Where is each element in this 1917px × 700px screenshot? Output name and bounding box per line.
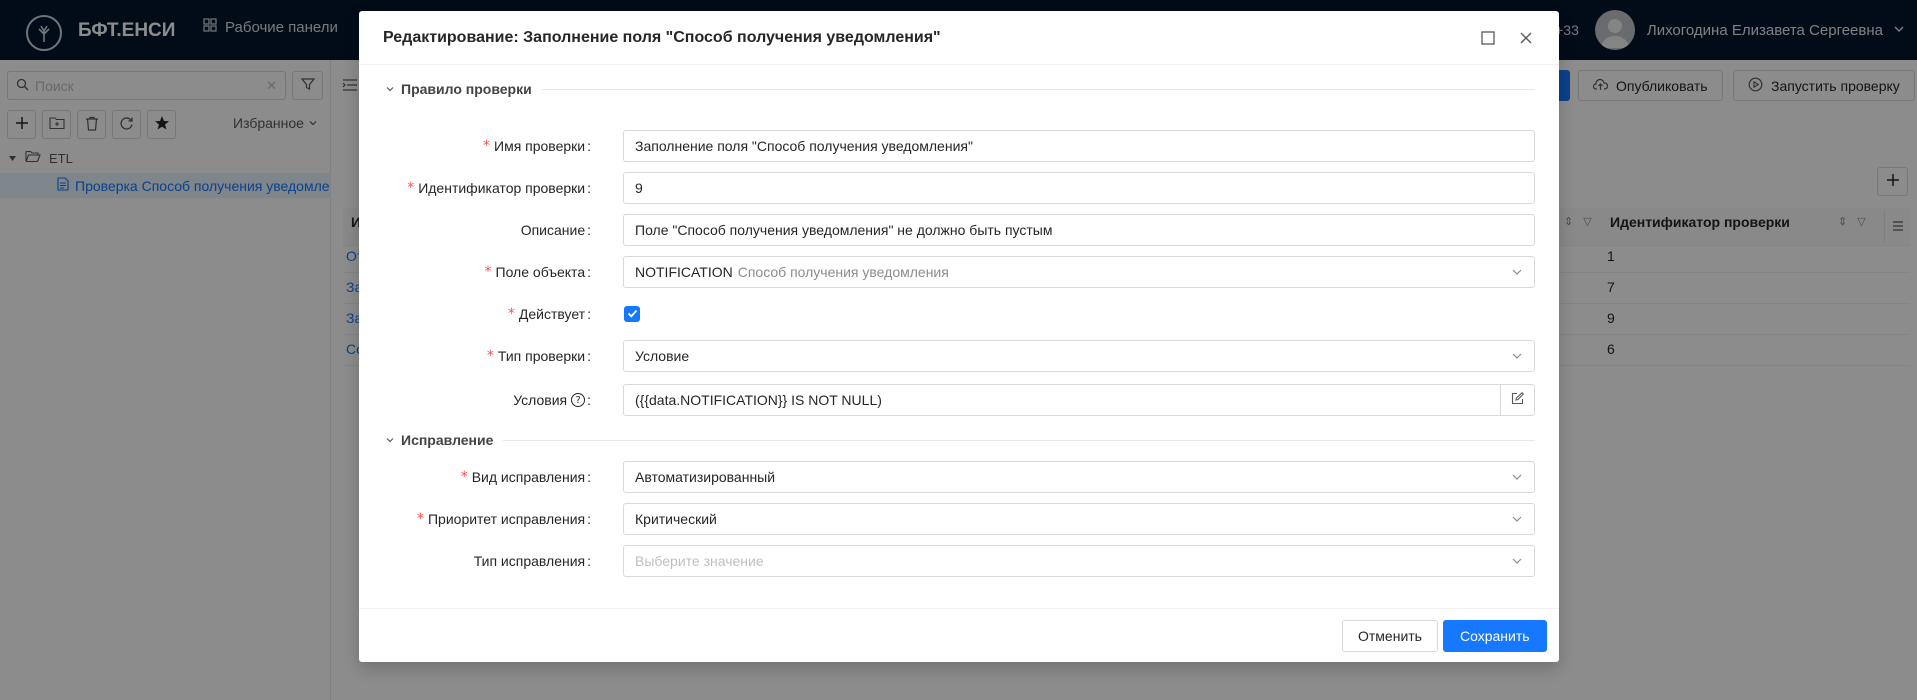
- chevron-down-icon: [1511, 471, 1523, 483]
- form-row-fix-priority: * Приоритет исправления: Критический: [359, 503, 1559, 535]
- active-checkbox[interactable]: [624, 306, 640, 322]
- form-label-check-name: * Имя проверки:: [483, 138, 591, 154]
- required-mark: *: [507, 306, 515, 322]
- section-fix-title: Исправление: [401, 432, 494, 448]
- help-icon[interactable]: ?: [571, 393, 586, 407]
- cancel-button[interactable]: Отменить: [1342, 620, 1438, 652]
- chevron-down-icon: [1511, 513, 1523, 525]
- chevron-down-icon: [1511, 555, 1523, 567]
- form-row-check-id: * Идентификатор проверки: 9: [359, 172, 1559, 204]
- form-label-object-field: * Поле объекта:: [484, 264, 591, 280]
- chevron-down-icon: [383, 433, 397, 447]
- form-label-description: Описание:: [520, 222, 591, 238]
- section-divider: [541, 88, 1535, 90]
- form-row-check-type: * Тип проверки: Условие: [359, 340, 1559, 372]
- fix-kind-select[interactable]: Автоматизированный: [623, 461, 1535, 493]
- chevron-down-icon: [383, 82, 397, 96]
- required-mark: *: [416, 511, 424, 527]
- edit-conditions-button[interactable]: [1500, 385, 1534, 415]
- section-rule-header[interactable]: Правило проверки: [383, 81, 1535, 97]
- form-label-conditions: Условия ?:: [513, 392, 591, 408]
- maximize-icon[interactable]: [1479, 29, 1497, 47]
- form-row-fix-type: Тип исправления: Выберите значение: [359, 545, 1559, 577]
- modal-header: Редактирование: Заполнение поля "Способ …: [359, 11, 1559, 65]
- section-divider: [503, 439, 1535, 441]
- check-type-select[interactable]: Условие: [623, 340, 1535, 372]
- form-label-check-id: * Идентификатор проверки:: [407, 180, 591, 196]
- modal-footer: Отменить Сохранить: [359, 608, 1559, 662]
- form-row-fix-kind: * Вид исправления: Автоматизированный: [359, 461, 1559, 493]
- form-label-fix-kind: * Вид исправления:: [460, 469, 591, 485]
- form-row-active: * Действует:: [359, 298, 1559, 330]
- close-icon[interactable]: [1517, 29, 1535, 47]
- required-mark: *: [486, 348, 494, 364]
- form-label-active: * Действует:: [507, 306, 591, 322]
- form-row-conditions: Условия ?: ({{data.NOTIFICATION}} IS NOT…: [359, 384, 1559, 416]
- edit-check-modal: Редактирование: Заполнение поля "Способ …: [359, 11, 1559, 662]
- fix-type-select[interactable]: Выберите значение: [623, 545, 1535, 577]
- save-button[interactable]: Сохранить: [1443, 620, 1547, 652]
- form-row-check-name: * Имя проверки: Заполнение поля "Способ …: [359, 130, 1559, 162]
- section-rule-title: Правило проверки: [401, 81, 532, 97]
- conditions-input[interactable]: ({{data.NOTIFICATION}} IS NOT NULL): [623, 384, 1535, 416]
- form-row-object-field: * Поле объекта: NOTIFICATION Способ полу…: [359, 256, 1559, 288]
- object-field-hint: Способ получения уведомления: [737, 264, 949, 280]
- description-input[interactable]: Поле "Способ получения уведомления" не д…: [623, 214, 1535, 246]
- section-fix-header[interactable]: Исправление: [383, 432, 1535, 448]
- required-mark: *: [407, 180, 415, 196]
- required-mark: *: [483, 138, 490, 154]
- required-mark: *: [484, 264, 492, 280]
- form-row-description: Описание: Поле "Способ получения уведомл…: [359, 214, 1559, 246]
- form-label-fix-type: Тип исправления:: [473, 553, 591, 569]
- form-label-fix-priority: * Приоритет исправления:: [416, 511, 591, 527]
- object-field-select[interactable]: NOTIFICATION Способ получения уведомлени…: [623, 256, 1535, 288]
- edit-icon: [1511, 392, 1525, 408]
- chevron-down-icon: [1511, 350, 1523, 362]
- fix-type-placeholder: Выберите значение: [635, 553, 764, 569]
- check-id-input[interactable]: 9: [623, 172, 1535, 204]
- form-label-check-type: * Тип проверки:: [486, 348, 591, 364]
- modal-title: Редактирование: Заполнение поля "Способ …: [383, 28, 941, 46]
- fix-priority-select[interactable]: Критический: [623, 503, 1535, 535]
- checkmark-icon: [627, 306, 638, 322]
- check-name-input[interactable]: Заполнение поля "Способ получения уведом…: [623, 130, 1535, 162]
- required-mark: *: [460, 469, 468, 485]
- chevron-down-icon: [1511, 266, 1523, 278]
